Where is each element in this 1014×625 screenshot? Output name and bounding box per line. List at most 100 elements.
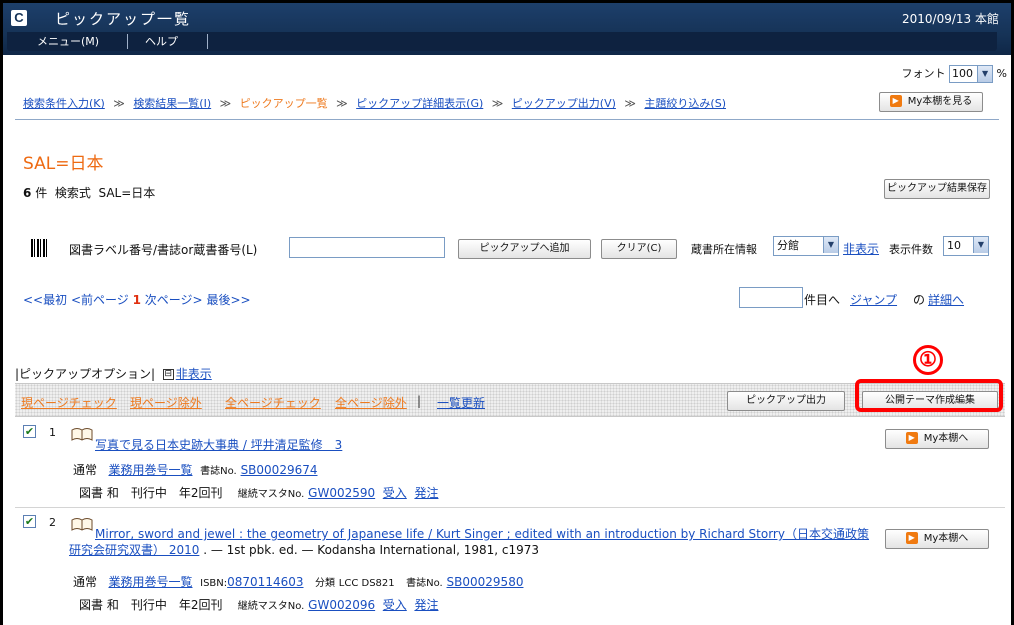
font-size-control: フォント 100 ▼ % [902,65,1007,83]
item-meta-line: 通常 業務用巻号一覧 ISBN:0870114603 分類 LCC DS821 … [73,573,523,590]
item-status-line: 図書 和 刊行中 年2回刊 継続マスタNo. GW002096 受入 発注 [79,596,438,613]
breadcrumb-separator: ≫ [624,97,636,110]
exclude-page-link[interactable]: 現ページ除外 [130,394,202,411]
pager-next[interactable]: 次ページ> [145,293,203,307]
barcode-icon [31,239,49,257]
holdings-select[interactable]: 分館 ▼ [773,236,839,256]
collapse-icon[interactable]: ⊟ [162,369,174,380]
title-bar: C ピックアップ一覧 2010/09/13 本館 メニュー(M) ヘルプ [3,3,1011,55]
item-status-line: 図書 和 刊行中 年2回刊 継続マスタNo. GW002590 受入 発注 [79,484,438,501]
master-number-link[interactable]: GW002590 [308,486,375,500]
result-count-row: 6 件 検索式 SAL=日本 [23,184,155,201]
font-label: フォント [901,67,946,80]
item-type: 通常 [73,463,98,477]
holdings-hide-link[interactable]: 非表示 [843,240,879,257]
pickup-options-label: |ピックアップオプション| [15,367,156,381]
holdings-select-value: 分館 [777,239,799,252]
menu-bar: メニュー(M) ヘルプ [7,32,997,51]
exclude-all-link[interactable]: 全ページ除外 [335,394,407,411]
isbn-link[interactable]: 0870114603 [227,575,303,589]
exclude-all-first: 全 [335,396,348,410]
check-page-link[interactable]: 現ページチェック [21,394,117,411]
check-page-rest: ページチェック [33,396,117,410]
order-link[interactable]: 発注 [414,486,438,500]
receive-link[interactable]: 受入 [383,598,407,612]
add-to-my-shelf-button[interactable]: ▶ My本棚へ [885,529,989,549]
header-divider [15,119,999,120]
check-all-link[interactable]: 全ページチェック [225,394,321,411]
series-list-link[interactable]: 業務用巻号一覧 [108,463,192,477]
breadcrumb-pickup-detail[interactable]: ピックアップ詳細表示(G) [356,97,483,110]
breadcrumb-current: ピックアップ一覧 [239,97,328,110]
pager: <<最初 <前ページ 1 次ページ> 最後>> [23,291,251,308]
refresh-list-link[interactable]: 一覧更新 [437,394,485,411]
order-link[interactable]: 発注 [414,598,438,612]
per-page-select[interactable]: 10 ▼ [943,236,989,256]
label-number-input[interactable] [289,237,445,258]
add-to-pickup-button[interactable]: ピックアップへ追加 [458,239,591,259]
breadcrumb-subject-filter[interactable]: 主題絞り込み(S) [644,97,726,110]
save-pickup-button[interactable]: ピックアップ結果保存 [884,179,990,199]
jump-suffix: 件目へ [804,293,841,307]
action-separator: | [417,394,422,408]
label-number-label: 図書ラベル番号/書誌or蔵書番号(L) [69,243,258,257]
item-checkbox[interactable]: ✔ [23,515,36,528]
biblio-number-link[interactable]: SB00029580 [447,575,524,589]
pager-last[interactable]: 最後>> [206,293,250,307]
menu-item-help[interactable]: ヘルプ [145,33,178,50]
breadcrumb: 検索条件入力(K) ≫ 検索結果一覧(I) ≫ ピックアップ一覧 ≫ ピックアッ… [23,95,726,111]
add-to-my-shelf-button[interactable]: ▶ My本棚へ [885,429,989,449]
breadcrumb-pickup-output[interactable]: ピックアップ出力(V) [512,97,616,110]
detail-prefix: の [913,293,926,307]
options-hide-link[interactable]: 非表示 [176,367,212,381]
chevron-down-icon: ▼ [823,237,838,253]
app-logo-icon: C [11,10,27,26]
check-page-first: 現 [21,396,34,410]
play-icon: ▶ [905,532,918,544]
exclude-all-rest: ページ除外 [347,396,407,410]
item-status: 図書 和 刊行中 年2回刊 [79,486,223,500]
my-shelf-label: My本棚へ [923,433,969,444]
biblio-number-link[interactable]: SB00029674 [241,463,318,477]
menu-item-menu[interactable]: メニュー(M) [37,33,99,50]
item-title-link[interactable]: 写真で見る日本史跡大事典 / 坪井清足監修 3 [95,438,342,453]
jump-input[interactable] [739,287,803,308]
item-edition: . — 1st pbk. ed. — Kodansha Internationa… [203,543,540,557]
search-expr: SAL=日本 [98,186,156,200]
breadcrumb-search-input[interactable]: 検索条件入力(K) [23,97,105,110]
book-icon [71,428,93,441]
receive-link[interactable]: 受入 [383,486,407,500]
my-shelf-button[interactable]: ▶ My本棚を見る [879,92,983,112]
chevron-down-icon: ▼ [977,66,993,82]
clear-button[interactable]: クリア(C) [601,239,677,259]
master-number-link[interactable]: GW002096 [308,598,375,612]
pager-current: 1 [132,293,141,307]
item-divider [15,507,1005,508]
pager-first[interactable]: <<最初 [23,293,67,307]
item-checkbox[interactable]: ✔ [23,425,36,438]
holdings-label: 蔵書所在情報 [691,243,757,256]
play-icon: ▶ [889,95,902,107]
my-shelf-button-label: My本棚を見る [907,96,973,107]
isbn-label: ISBN: [200,578,228,589]
exclude-page-rest: ページ除外 [142,396,202,410]
master-label: 継続マスタNo. [237,601,305,612]
item-type: 通常 [73,575,98,589]
pickup-options-row: |ピックアップオプション| ⊟ 非表示 [15,365,212,382]
item-meta-line: 通常 業務用巻号一覧 書誌No. SB00029674 [73,461,318,478]
jump-link[interactable]: ジャンプ [850,291,897,308]
item-title-block: Mirror, sword and jewel : the geometry o… [69,526,875,558]
item-number: 2 [49,516,56,529]
search-expr-label: 検索式 [54,186,91,200]
breadcrumb-search-results[interactable]: 検索結果一覧(I) [133,97,211,110]
pickup-output-button[interactable]: ピックアップ出力 [727,391,845,411]
pager-prev[interactable]: <前ページ [71,293,129,307]
my-shelf-label: My本棚へ [923,533,969,544]
font-size-select[interactable]: 100 ▼ [949,65,994,83]
exclude-page-first: 現 [130,396,143,410]
series-list-link[interactable]: 業務用巻号一覧 [108,575,192,589]
breadcrumb-separator: ≫ [113,97,125,110]
play-icon: ▶ [905,432,918,444]
detail-link[interactable]: 詳細へ [928,291,964,308]
result-count-unit: 件 [35,186,48,200]
